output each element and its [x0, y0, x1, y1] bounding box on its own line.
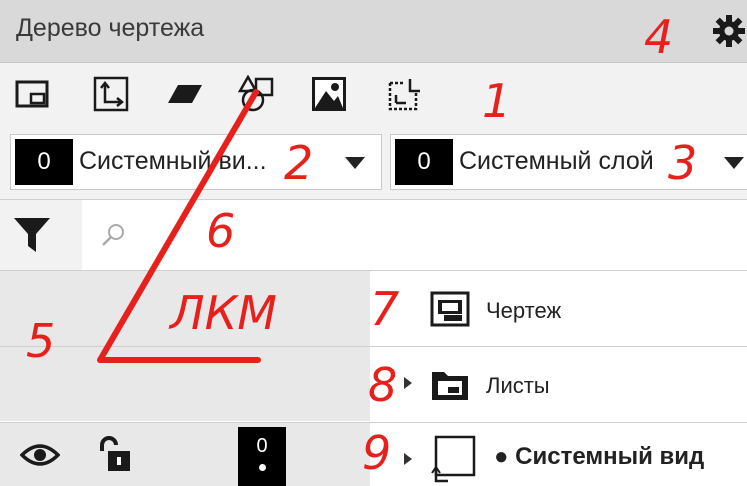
row-controls: 0: [0, 423, 370, 486]
panel-title: Дерево чертежа: [16, 14, 205, 42]
annotation-1: 1: [482, 74, 512, 128]
annotation-6: 6: [206, 204, 236, 258]
search-icon[interactable]: [100, 222, 126, 248]
annotation-8: 8: [368, 358, 398, 412]
coordinate-transform-icon[interactable]: [384, 75, 422, 113]
tree-item-label: ● Системный вид: [494, 443, 705, 470]
view-select[interactable]: 0 Системный ви...: [10, 134, 382, 190]
annotation-3: 3: [668, 136, 698, 190]
annotation-5: 5: [26, 314, 56, 368]
expand-arrow-icon[interactable]: [404, 377, 412, 389]
toolbar: [0, 63, 747, 125]
search-row: [0, 199, 747, 271]
eye-icon[interactable]: [20, 441, 60, 469]
drawing-doc-icon: [430, 291, 470, 327]
chevron-down-icon[interactable]: [345, 157, 365, 169]
view-number-badge: 0: [15, 139, 73, 185]
layer-number-badge: 0: [238, 427, 286, 486]
annotation-2: 2: [284, 136, 314, 190]
drawing-tree-panel: Дерево чертежа 0 Системный ви... 0 Систе…: [0, 0, 747, 486]
view-icon: [431, 435, 476, 483]
layer-number-badge: 0: [395, 139, 453, 185]
annotation-lkm: ЛКМ: [170, 286, 277, 340]
view-frame-icon[interactable]: [14, 75, 52, 113]
annotation-4: 4: [644, 10, 674, 64]
annotation-9: 9: [362, 426, 392, 480]
sheets-folder-icon: [432, 372, 468, 400]
chevron-down-icon[interactable]: [724, 157, 744, 169]
local-cs-icon[interactable]: [92, 75, 130, 113]
dropdown-row: 0 Системный ви... 0 Системный слой: [0, 125, 747, 199]
parallelogram-icon[interactable]: [166, 75, 204, 113]
row-divider: [0, 346, 747, 347]
annotation-7: 7: [370, 282, 400, 336]
filter-icon: [14, 218, 50, 252]
expand-arrow-icon[interactable]: [404, 453, 412, 465]
unlock-icon[interactable]: [98, 435, 132, 473]
tree-item-label: Чертеж: [486, 298, 562, 323]
gear-icon[interactable]: [712, 14, 746, 48]
filter-button[interactable]: [0, 200, 82, 270]
image-icon[interactable]: [310, 75, 348, 113]
panel-header: Дерево чертежа: [0, 0, 747, 63]
shapes-icon[interactable]: [238, 75, 276, 113]
tree-item-label: Листы: [486, 373, 550, 398]
